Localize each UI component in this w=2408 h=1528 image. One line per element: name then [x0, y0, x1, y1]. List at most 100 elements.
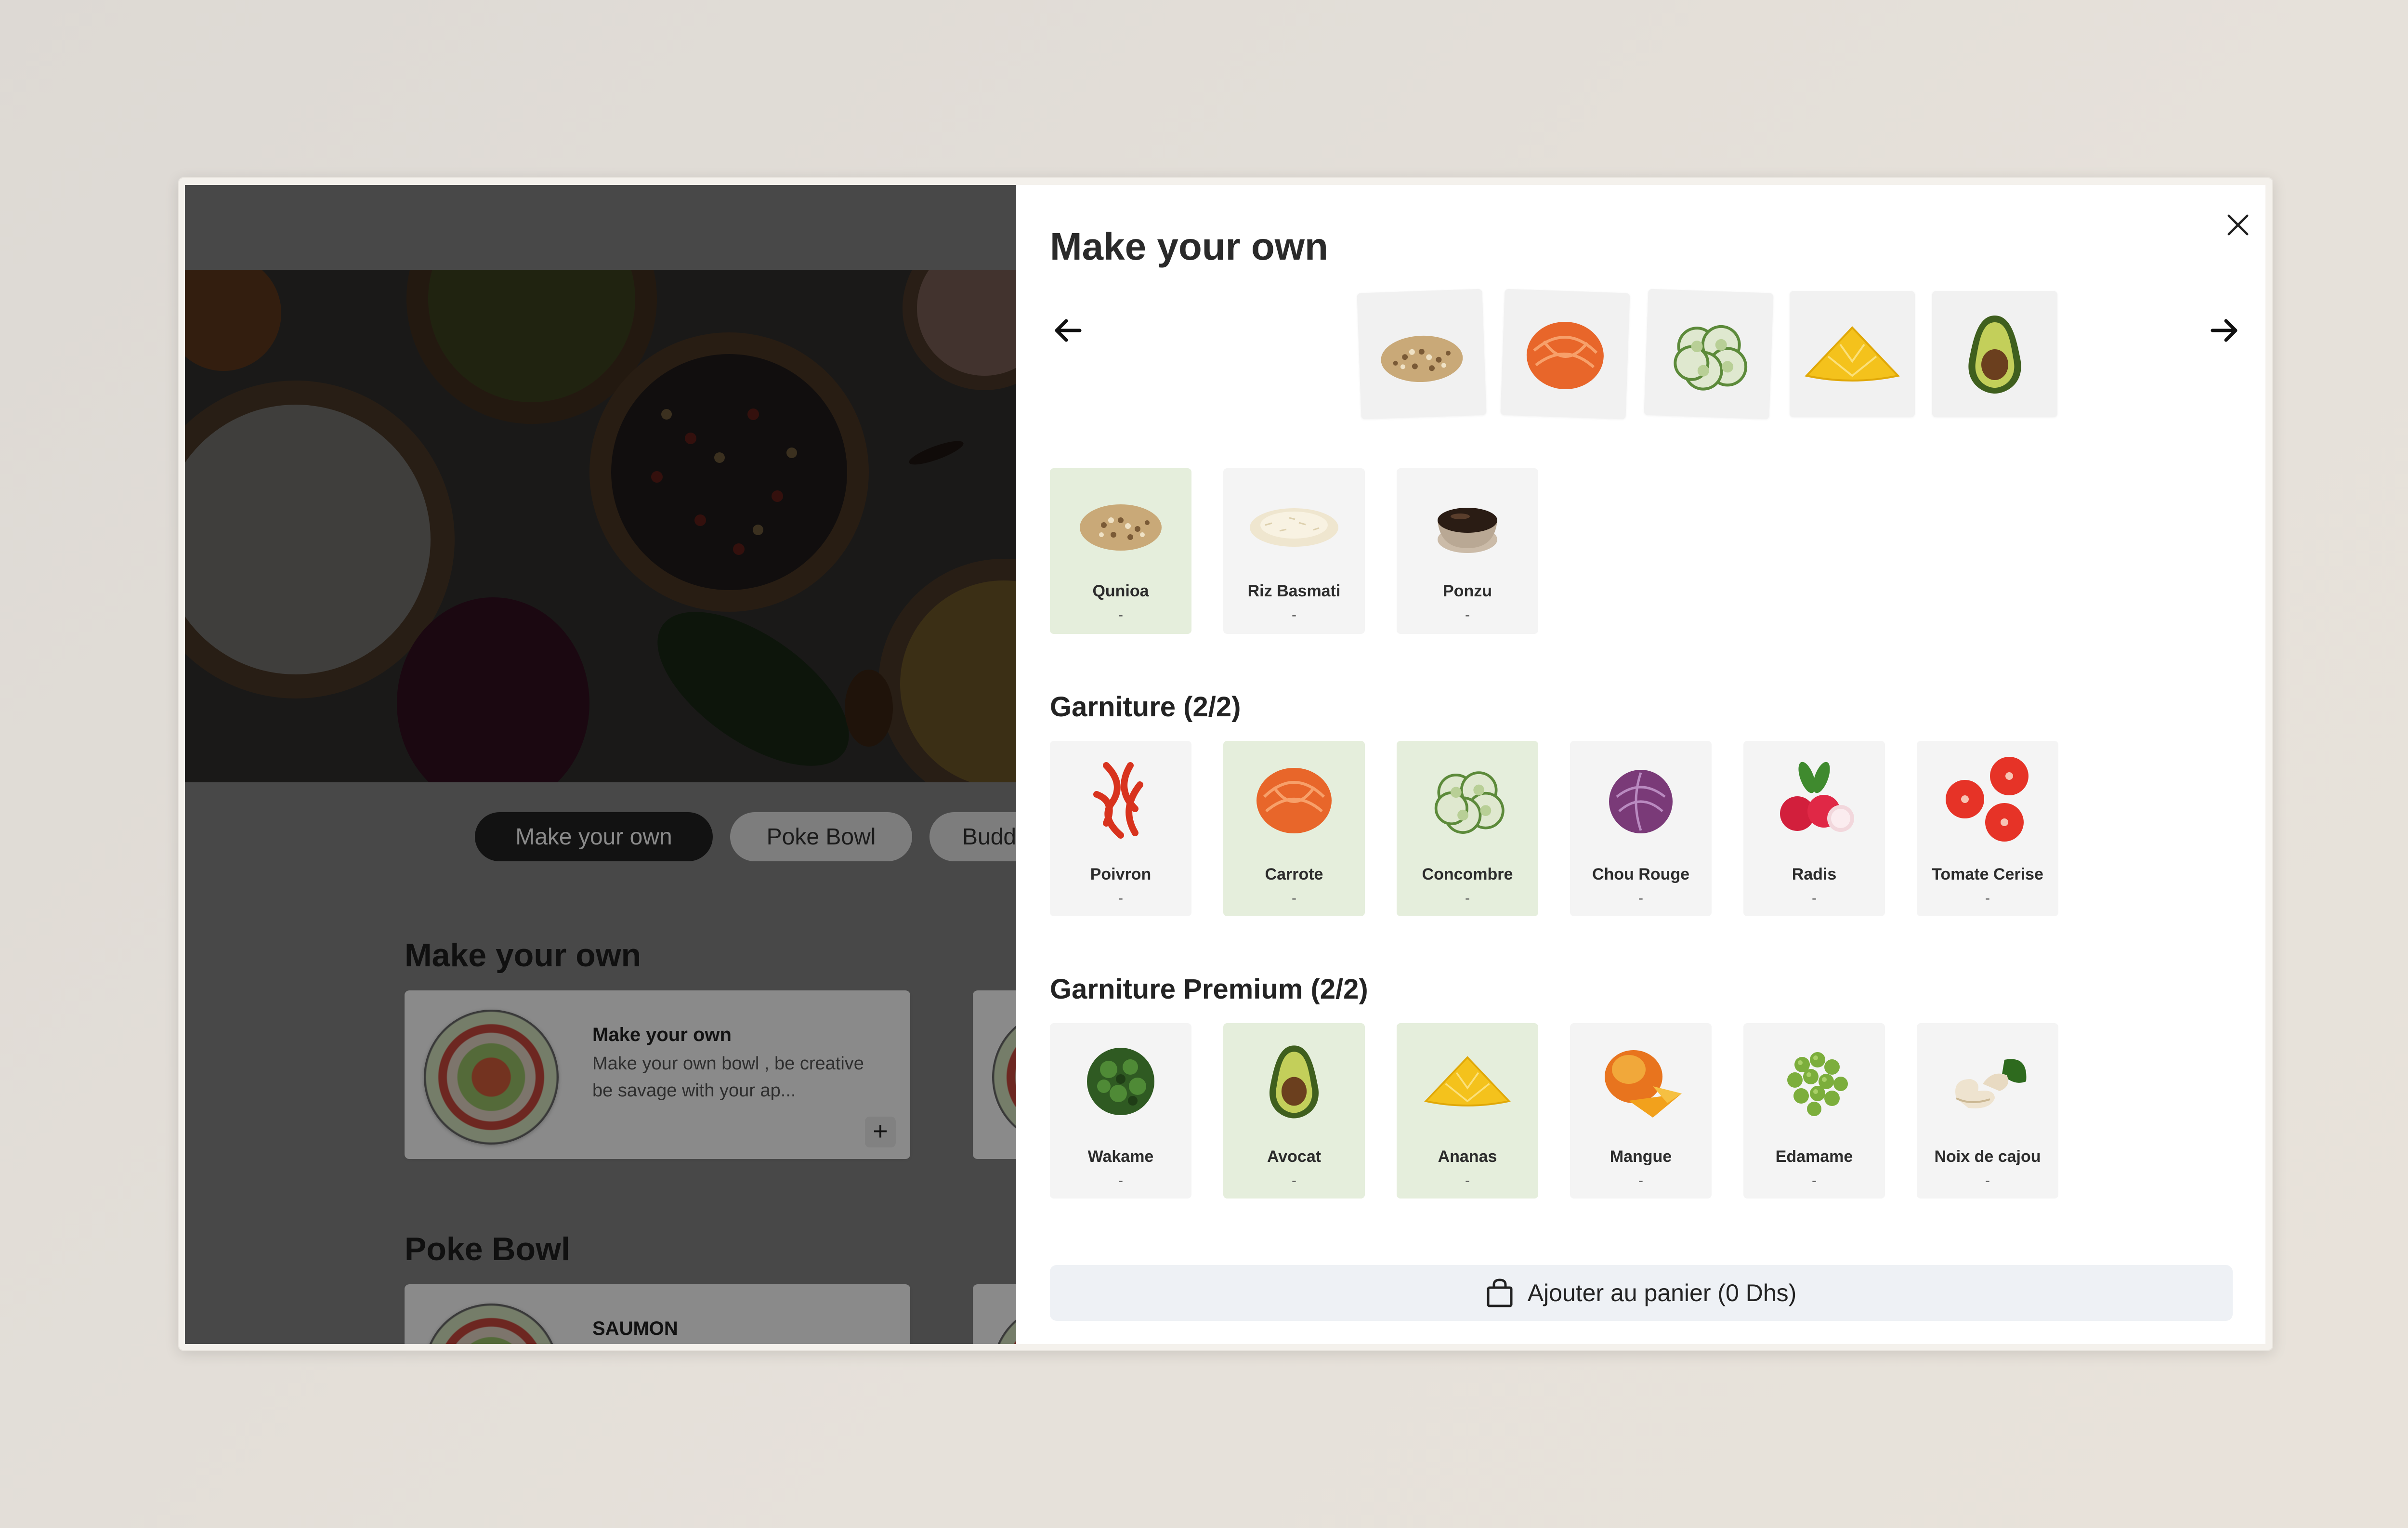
carousel-item-cucumber[interactable]: [1644, 289, 1774, 420]
ingredient-name: Tomate Cerise: [1932, 865, 2043, 883]
ingredient-concombre[interactable]: Concombre -: [1397, 741, 1538, 916]
ingredient-quantity: -: [1985, 1172, 1990, 1188]
product-card[interactable]: SAUMON: [405, 1284, 910, 1344]
category-tab-budd[interactable]: Budd: [929, 812, 1016, 861]
ingredient-name: Avocat: [1267, 1147, 1322, 1166]
carousel-item-carrot[interactable]: [1500, 289, 1630, 420]
quinoa-icon: [1381, 335, 1463, 382]
ingredient-ananas[interactable]: Ananas -: [1397, 1023, 1538, 1199]
ingredient-name: Qunioa: [1092, 582, 1149, 600]
garniture-premium-title: Garniture Premium (2/2): [1050, 974, 1368, 1005]
avocado-icon: [1269, 1045, 1319, 1119]
ingredient-mangue[interactable]: Mangue -: [1570, 1023, 1712, 1199]
ingredient-quantity: -: [1465, 890, 1470, 906]
shopping-bag-icon: [1487, 1278, 1513, 1307]
ingredient-name: Chou Rouge: [1592, 865, 1690, 883]
red-cabbage-icon: [1609, 770, 1673, 833]
carrot-icon: [1256, 768, 1332, 833]
ingredient-quantity: -: [1118, 1172, 1123, 1188]
ingredient-ponzu[interactable]: Ponzu -: [1397, 468, 1538, 634]
sauce-bowl-icon: [1438, 508, 1497, 553]
ingredient-carrote[interactable]: Carrote -: [1223, 741, 1365, 916]
ingredient-name: Radis: [1792, 865, 1837, 883]
ingredient-name: Ponzu: [1443, 582, 1492, 600]
ingredient-riz-basmati[interactable]: Riz Basmati -: [1223, 468, 1365, 634]
cucumber-icon: [1434, 771, 1505, 834]
ingredient-poivron[interactable]: Poivron -: [1050, 741, 1191, 916]
modal-overlay[interactable]: [185, 185, 1016, 1344]
product-title: Make your own: [592, 1024, 732, 1045]
ingredient-chou-rouge[interactable]: Chou Rouge -: [1570, 741, 1712, 916]
garniture-title: Garniture (2/2): [1050, 691, 1241, 723]
ingredient-name: Noix de cajou: [1934, 1147, 2041, 1166]
cucumber-icon: [1674, 325, 1748, 391]
section-title-make-your-own: Make your own: [405, 937, 641, 974]
add-to-cart-button[interactable]: +: [865, 1117, 896, 1147]
category-tab-poke-bowl[interactable]: Poke Bowl: [730, 812, 912, 861]
product-card[interactable]: Make your own Make your own bowl , be cr…: [405, 990, 910, 1159]
ingredient-quantity: -: [1118, 607, 1123, 623]
ingredient-name: Carrote: [1265, 865, 1323, 883]
mango-icon: [1605, 1050, 1682, 1118]
close-icon[interactable]: [2221, 208, 2255, 242]
carousel-item-avocado[interactable]: [1932, 291, 2057, 417]
pineapple-icon: [1805, 326, 1900, 382]
customize-panel: Make your own Qunioa - Riz Basmati - Pon…: [1016, 185, 2265, 1344]
quinoa-icon: [1080, 504, 1162, 551]
ingredient-quantity: -: [1638, 1172, 1643, 1188]
ingredient-quantity: -: [1638, 890, 1643, 906]
radish-icon: [1780, 762, 1854, 832]
ingredient-quantity: -: [1985, 890, 1990, 906]
add-to-cart-label: Ajouter au panier (0 Dhs): [1527, 1279, 1797, 1306]
carousel-item-pineapple[interactable]: [1790, 291, 1915, 417]
app-viewport: Make your own Poke Bowl Budd Make your o…: [185, 185, 2265, 1344]
panel-title: Make your own: [1050, 225, 1328, 268]
ingredient-name: Concombre: [1422, 865, 1513, 883]
ingredient-edamame[interactable]: Edamame -: [1743, 1023, 1885, 1199]
ingredient-quantity: -: [1292, 890, 1296, 906]
product-description: Make your own bowl , be creative be sava…: [592, 1054, 864, 1101]
add-to-cart-button[interactable]: Ajouter au panier (0 Dhs): [1050, 1265, 2233, 1321]
seaweed-icon: [1087, 1048, 1154, 1115]
edamame-icon: [1787, 1052, 1848, 1116]
product-card-peek[interactable]: [973, 990, 1016, 1159]
ingredient-quantity: -: [1812, 890, 1817, 906]
pineapple-icon: [1424, 1056, 1511, 1106]
ingredient-name: Wakame: [1087, 1147, 1154, 1166]
bowl-image: [992, 1010, 1016, 1145]
ingredient-wakame[interactable]: Wakame -: [1050, 1023, 1191, 1199]
ingredient-radis[interactable]: Radis -: [1743, 741, 1885, 916]
ingredient-name: Riz Basmati: [1247, 582, 1341, 600]
cherry-tomato-icon: [1946, 757, 2028, 842]
product-card-peek[interactable]: [973, 1284, 1016, 1344]
arrow-right-icon[interactable]: [2205, 311, 2243, 350]
ingredient-name: Mangue: [1610, 1147, 1672, 1166]
ingredient-avocat[interactable]: Avocat -: [1223, 1023, 1365, 1199]
ingredient-name: Poivron: [1090, 865, 1152, 883]
pepper-strips-icon: [1093, 762, 1143, 839]
rice-icon: [1250, 508, 1338, 547]
bowl-image: [424, 1304, 559, 1344]
menu-page: Make your own Poke Bowl Budd Make your o…: [185, 185, 1016, 1344]
ingredient-quantity: -: [1292, 1172, 1296, 1188]
ingredient-quantity: -: [1292, 607, 1296, 623]
ingredient-quantity: -: [1465, 607, 1470, 623]
ingredient-name: Edamame: [1775, 1147, 1853, 1166]
bowl-image: [424, 1010, 559, 1145]
ingredient-quantity: -: [1465, 1172, 1470, 1188]
cashew-icon: [1955, 1059, 2027, 1108]
category-tab-make-your-own[interactable]: Make your own: [475, 812, 713, 861]
ingredient-noix-de-cajou[interactable]: Noix de cajou -: [1917, 1023, 2058, 1199]
avocado-icon: [1968, 316, 2021, 394]
arrow-left-icon[interactable]: [1049, 311, 1087, 350]
bowl-image: [992, 1304, 1016, 1344]
ingredient-quantity: -: [1812, 1172, 1817, 1188]
section-title-poke-bowl: Poke Bowl: [405, 1231, 570, 1267]
product-title: SAUMON: [592, 1318, 678, 1339]
carousel-item-quinoa[interactable]: [1357, 289, 1487, 420]
ingredient-quantity: -: [1118, 890, 1123, 906]
carrot-icon: [1526, 321, 1604, 390]
ingredient-name: Ananas: [1438, 1147, 1497, 1166]
ingredient-tomate-cerise[interactable]: Tomate Cerise -: [1917, 741, 2058, 916]
ingredient-qunioa[interactable]: Qunioa -: [1050, 468, 1191, 634]
